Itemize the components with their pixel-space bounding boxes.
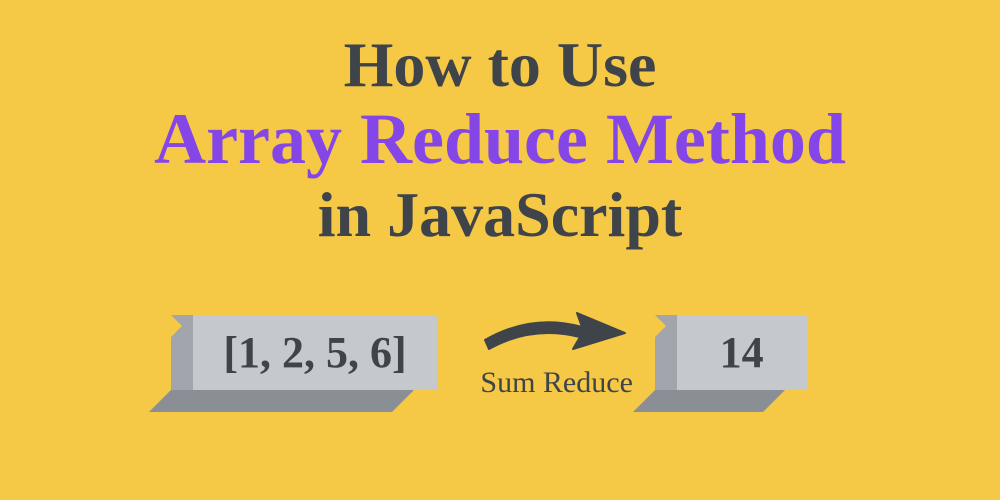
diagram-section: [1, 2, 5, 6] Sum Reduce 14 [0, 305, 1000, 400]
output-value-text: 14 [677, 315, 807, 390]
arrow-section: Sum Reduce [477, 305, 637, 400]
input-block: [1, 2, 5, 6] [193, 315, 436, 390]
title-section: How to Use Array Reduce Method in JavaSc… [0, 0, 1000, 250]
input-array-text: [1, 2, 5, 6] [193, 315, 436, 390]
title-line-1: How to Use [0, 30, 1000, 100]
arrow-icon [477, 305, 637, 360]
title-line-3: in JavaScript [0, 180, 1000, 250]
output-block: 14 [677, 315, 807, 390]
arrow-label: Sum Reduce [480, 366, 632, 400]
title-line-2: Array Reduce Method [0, 100, 1000, 179]
